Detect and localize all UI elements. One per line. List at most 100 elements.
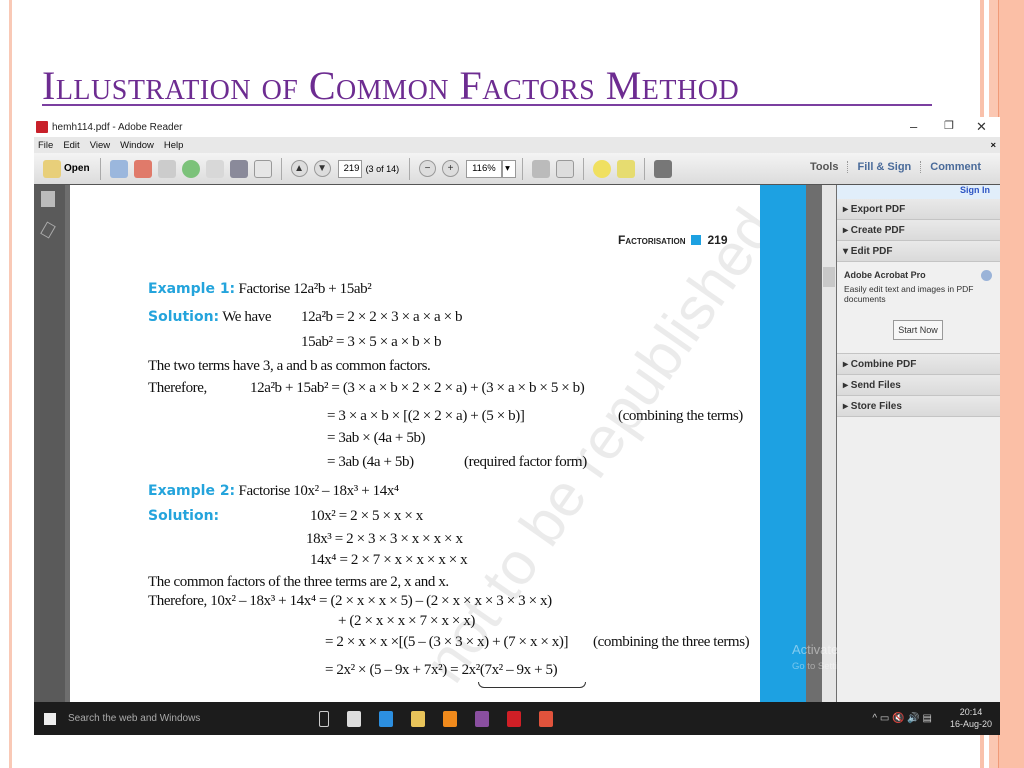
menu-bar: File Edit View Window Help × xyxy=(34,137,1000,153)
date: 16-Aug-20 xyxy=(949,719,992,729)
send-files-section[interactable]: ▸ Send Files xyxy=(837,375,1000,396)
windows-start-icon[interactable] xyxy=(44,712,56,725)
taskbar-search[interactable]: Search the web and Windows xyxy=(68,713,310,724)
combine-pdf-section[interactable]: ▸ Combine PDF xyxy=(837,354,1000,375)
divider xyxy=(409,157,411,180)
zoom-dropdown-button[interactable]: ▾ xyxy=(502,159,517,178)
taskbar: Search the web and Windows ^ ▭ 🔇 🔊 ▤ 20:… xyxy=(34,702,1000,735)
math-line: 10x² = 2 × 5 × x × x xyxy=(310,508,423,524)
slide-decoration-left xyxy=(9,0,12,768)
task-view-icon[interactable] xyxy=(319,710,329,727)
divider xyxy=(522,157,524,180)
divider xyxy=(99,157,101,180)
text-line: The common factors of the three terms ar… xyxy=(148,574,449,590)
zoom-in-button[interactable]: + xyxy=(442,160,460,177)
attachment-icon[interactable] xyxy=(40,221,56,239)
fit-page-icon[interactable] xyxy=(532,159,551,178)
print-icon[interactable] xyxy=(229,159,248,178)
chapter-name: Factorisation xyxy=(618,233,686,247)
tools-link[interactable]: Tools xyxy=(801,161,848,173)
pdf-icon xyxy=(36,121,48,133)
store-files-section[interactable]: ▸ Store Files xyxy=(837,396,1000,417)
create-pdf-section[interactable]: ▸ Create PDF xyxy=(837,220,1000,241)
page-header: Factorisation 219 xyxy=(618,233,728,247)
comment-link[interactable]: Comment xyxy=(920,161,990,173)
powerpoint-icon[interactable] xyxy=(539,710,553,727)
math-line: = 2x² × (5 – 9x + 7x²) = 2x²(7x² – 9x + … xyxy=(325,662,558,678)
sign-in-link[interactable]: Sign In xyxy=(837,185,1000,199)
menu-help[interactable]: Help xyxy=(164,140,184,151)
document-area: not to be republished Factorisation 219 E… xyxy=(34,185,1000,702)
vertical-scrollbar[interactable] xyxy=(822,185,836,702)
pages-icon[interactable] xyxy=(41,191,55,207)
edge-icon[interactable] xyxy=(379,710,393,727)
acrobat-pro-description: Easily edit text and images in PDF docum… xyxy=(844,284,974,304)
restore-button[interactable]: ❐ xyxy=(944,119,954,132)
example2-question: Factorise 10x² – 18x³ + 14x⁴ xyxy=(238,483,400,499)
edit-pdf-panel: Adobe Acrobat Pro Easily edit text and i… xyxy=(837,262,1000,354)
text-line: The two terms have 3, a and b as common … xyxy=(148,358,431,374)
time: 20:14 xyxy=(959,707,983,717)
export-pdf-section[interactable]: ▸ Export PDF xyxy=(837,199,1000,220)
next-page-button[interactable]: ▼ xyxy=(313,160,331,177)
math-line: + (2 × x × x × 7 × x × x) xyxy=(338,613,475,629)
window-title: hemh114.pdf - Adobe Reader xyxy=(52,121,183,133)
math-line: = 3ab (4a + 5b) xyxy=(327,454,414,470)
menu-file[interactable]: File xyxy=(38,140,53,151)
page-margin-strip xyxy=(760,185,806,702)
math-line: 15ab² = 3 × 5 × a × b × b xyxy=(301,334,442,350)
divider xyxy=(583,157,585,180)
example2-label: Example 2: xyxy=(148,483,236,499)
blue-square xyxy=(691,235,702,245)
edit-pdf-section[interactable]: ▾ Edit PDF xyxy=(837,241,1000,262)
edit-icon[interactable] xyxy=(157,159,176,178)
adobe-reader-taskbar-icon[interactable] xyxy=(507,710,521,727)
email-icon[interactable] xyxy=(253,159,272,178)
file-explorer-icon[interactable] xyxy=(411,710,425,727)
clock[interactable]: 20:14 16-Aug-20 xyxy=(950,706,992,730)
page-number-input[interactable]: 219 xyxy=(337,159,362,178)
menu-window[interactable]: Window xyxy=(120,140,154,151)
fill-sign-link[interactable]: Fill & Sign xyxy=(847,161,920,173)
start-now-button[interactable]: Start Now xyxy=(893,320,943,340)
title-underline xyxy=(42,104,932,106)
vlc-icon[interactable] xyxy=(443,710,457,727)
comment-icon[interactable] xyxy=(593,159,612,178)
open-button[interactable]: Open xyxy=(64,163,90,174)
full-screen-icon[interactable] xyxy=(654,159,673,178)
math-line: 18x³ = 2 × 3 × 3 × x × x × x xyxy=(306,531,463,547)
store-icon[interactable] xyxy=(347,710,361,727)
close-button[interactable]: ✕ xyxy=(976,119,987,135)
close-document-button[interactable]: × xyxy=(990,140,996,151)
save-icon[interactable] xyxy=(205,159,224,178)
math-line: Therefore, 10x² – 18x³ + 14x⁴ = (2 × x ×… xyxy=(148,593,552,609)
system-tray[interactable]: ^ ▭ 🔇 🔊 ▤ xyxy=(872,713,932,724)
create-pdf-icon[interactable] xyxy=(109,159,128,178)
divider xyxy=(280,157,282,180)
acrobat-pro-title: Adobe Acrobat Pro xyxy=(844,270,926,280)
solution1-label: Solution: xyxy=(148,309,220,325)
previous-page-button[interactable]: ▲ xyxy=(290,160,308,177)
menu-view[interactable]: View xyxy=(90,140,110,151)
upload-cloud-icon[interactable] xyxy=(181,159,200,178)
zoom-level-select[interactable]: 116% xyxy=(466,159,503,178)
winrar-icon[interactable] xyxy=(475,710,489,727)
scrollbar-thumb[interactable] xyxy=(823,267,835,287)
fit-width-icon[interactable] xyxy=(556,159,575,178)
highlight-icon[interactable] xyxy=(617,159,636,178)
slide-decoration-right-wide xyxy=(998,0,1024,768)
example1-label: Example 1: xyxy=(148,281,236,297)
folder-icon[interactable] xyxy=(43,159,61,178)
math-line: 14x⁴ = 2 × 7 × x × x × x × x xyxy=(310,552,468,568)
menu-edit[interactable]: Edit xyxy=(63,140,79,151)
combine-icon[interactable] xyxy=(133,159,152,178)
math-note: (combining the three terms) xyxy=(593,634,750,650)
zoom-out-button[interactable]: − xyxy=(419,160,437,177)
adobe-reader-window: hemh114.pdf - Adobe Reader – ❐ ✕ File Ed… xyxy=(34,117,1000,735)
toolbar: Open ▲ ▼ 219 (3 of 14) − + 116% ▾ Tools … xyxy=(34,153,1000,185)
minimize-button[interactable]: – xyxy=(910,119,917,134)
tools-pane: Sign In ▸ Export PDF ▸ Create PDF ▾ Edit… xyxy=(837,185,1000,702)
math-line: 12a²b = 2 × 2 × 3 × a × a × b xyxy=(301,309,463,325)
page-count: (3 of 14) xyxy=(365,163,400,174)
divider xyxy=(644,157,646,180)
